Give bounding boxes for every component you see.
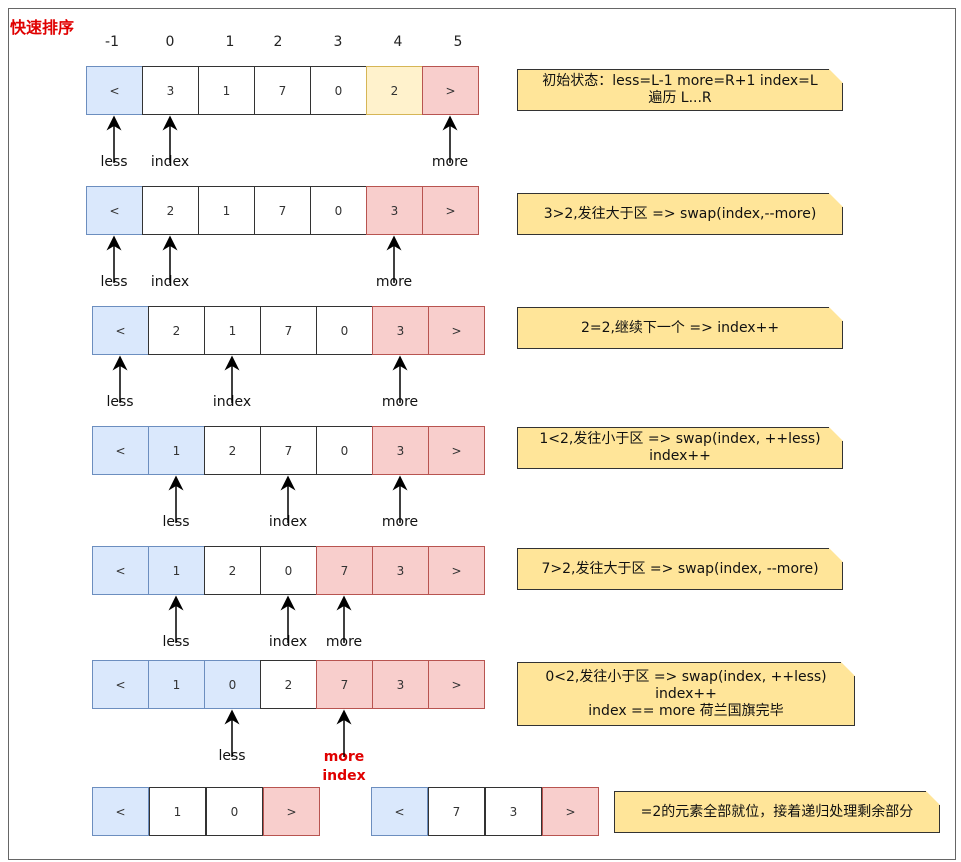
arrows-layer bbox=[106, 115, 458, 757]
